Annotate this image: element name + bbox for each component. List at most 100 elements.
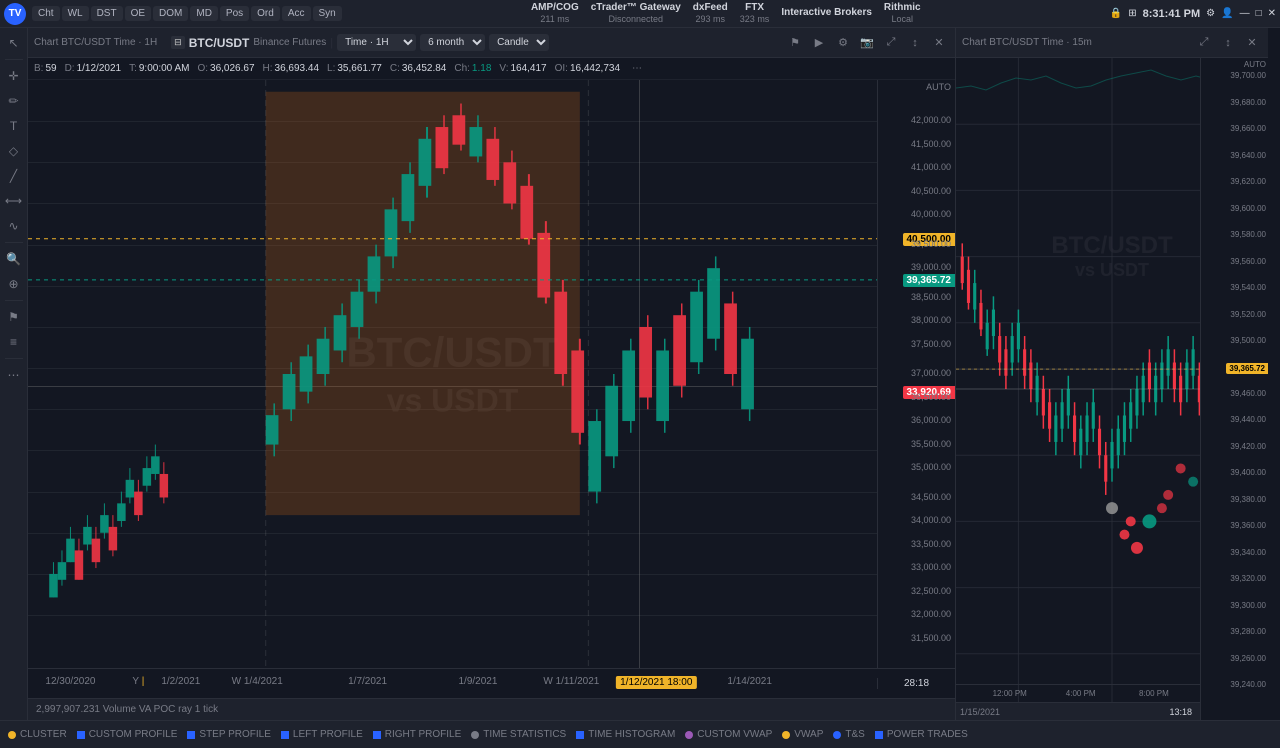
right-chart-fullscreen[interactable]: ⤢ (1194, 33, 1214, 53)
footer-time-hist[interactable]: TIME HISTOGRAM (576, 729, 675, 740)
broker-amp[interactable]: AMP/COG 211 ms (531, 2, 579, 25)
user-icon[interactable]: 👤 (1221, 8, 1233, 19)
rp-24: 39,240.00 (1230, 680, 1266, 689)
tool-cursor[interactable]: ↖ (3, 32, 25, 54)
broker-ib[interactable]: Interactive Brokers (781, 7, 872, 19)
rp-3: 39,660.00 (1230, 124, 1266, 133)
rp-18: 39,360.00 (1230, 521, 1266, 530)
footer-left-profile[interactable]: LEFT PROFILE (281, 729, 363, 740)
tool-sep-3 (5, 300, 23, 301)
timeframe-select[interactable]: Time · 1H Time · 15m Time · 4H Time · 1D (337, 34, 416, 51)
btn-md[interactable]: MD (190, 6, 218, 21)
footer-custom-profile[interactable]: CUSTOM PROFILE (77, 729, 178, 740)
rp-7: 39,580.00 (1230, 230, 1266, 239)
right-chart-area[interactable]: BTC/USDT vs USDT (956, 58, 1268, 720)
bar-num: B: 59 (34, 63, 57, 74)
footer-step-profile[interactable]: STEP PROFILE (187, 729, 271, 740)
tool-line[interactable]: ╱ (3, 165, 25, 187)
price-34000: 34,000.00 (911, 515, 951, 525)
minimize-icon[interactable]: — (1240, 8, 1250, 19)
fullscreen-btn[interactable]: ⤢ (881, 33, 901, 53)
price-34500: 34,500.00 (911, 492, 951, 502)
grid-line-6 (28, 327, 877, 328)
btn-syn[interactable]: Syn (313, 6, 342, 21)
close-chart-btn[interactable]: ✕ (929, 33, 949, 53)
rp-4: 39,640.00 (1230, 151, 1266, 160)
footer-ts[interactable]: T&S (833, 729, 864, 740)
power-trades-sq (875, 731, 883, 739)
chart-symbol[interactable]: BTC/USDT (189, 36, 250, 50)
btn-wl[interactable]: WL (62, 6, 89, 21)
broker-rithmic[interactable]: Rithmic Local (884, 2, 921, 25)
close-icon[interactable]: ✕ (1268, 8, 1276, 19)
period-select[interactable]: 6 month 1 month 3 month 1 year (420, 34, 485, 51)
maximize-icon[interactable]: □ (1256, 8, 1262, 19)
tool-text[interactable]: T (3, 115, 25, 137)
cluster-dot (8, 731, 16, 739)
logo[interactable]: TV (4, 3, 26, 25)
price-33500: 33,500.00 (911, 539, 951, 549)
chart-canvas[interactable]: BTC/USDT vs USDT (28, 80, 877, 668)
chart-exchange: Binance Futures (253, 37, 326, 48)
crosshair-v (639, 80, 640, 668)
tool-measure[interactable]: ⟷ (3, 190, 25, 212)
grid-line-4 (28, 245, 877, 246)
bar-change: Ch: 1.18 (454, 63, 491, 74)
time-axis: 12/30/2020 Y | 1/2/2021 W 1/4/2021 1/7/2… (28, 669, 877, 698)
rp-15: 39,420.00 (1230, 442, 1266, 451)
expand-btn[interactable]: ↕ (905, 33, 925, 53)
tool-draw[interactable]: ✏ (3, 90, 25, 112)
step-profile-sq (187, 731, 195, 739)
replay-btn[interactable]: ▶ (809, 33, 829, 53)
bar-oi: OI: 16,442,734 (555, 63, 620, 74)
tool-alert[interactable]: ⚑ (3, 306, 25, 328)
top-right-controls: 🔒 ⊞ 8:31:41 PM ⚙ 👤 — □ ✕ (1110, 8, 1276, 20)
tool-zoom[interactable]: 🔍 (3, 248, 25, 270)
left-profile-sq (281, 731, 289, 739)
footer-bar: CLUSTER CUSTOM PROFILE STEP PROFILE LEFT… (0, 720, 1280, 748)
btn-cht[interactable]: Cht (32, 6, 60, 21)
alert-btn[interactable]: ⚑ (785, 33, 805, 53)
time-label-12: 1/2/2021 (161, 676, 200, 687)
settings-btn[interactable]: ⚙ (833, 33, 853, 53)
broker-ftx[interactable]: FTX 323 ms (740, 2, 770, 25)
bar-close: C: 36,452.84 (390, 63, 447, 74)
broker-ctrader[interactable]: cTrader™ Gateway Disconnected (591, 2, 681, 25)
btn-dst[interactable]: DST (91, 6, 123, 21)
tool-crosshair[interactable]: ✛ (3, 65, 25, 87)
grid-line-10 (28, 492, 877, 493)
footer-cluster[interactable]: CLUSTER (8, 729, 67, 740)
btn-acc[interactable]: Acc (282, 6, 311, 21)
time-label-1230: 12/30/2020 (45, 676, 95, 687)
footer-power-trades[interactable]: POWER TRADES (875, 729, 968, 740)
tool-shapes[interactable]: ◇ (3, 140, 25, 162)
rp-14: 39,440.00 (1230, 415, 1266, 424)
price-32000: 32,000.00 (911, 609, 951, 619)
tool-more[interactable]: ⋯ (3, 364, 25, 386)
broker-dxfeed[interactable]: dxFeed 293 ms (693, 2, 728, 25)
btn-ord[interactable]: Ord (251, 6, 280, 21)
chart-type-select[interactable]: Candle Bar Line Area (489, 34, 549, 51)
left-chart-container: Chart BTC/USDT Time · 1H ⊟ BTC/USDT Bina… (28, 28, 956, 720)
btn-oe[interactable]: OE (125, 6, 151, 21)
tool-order[interactable]: ≡ (3, 331, 25, 353)
main-area: ↖ ✛ ✏ T ◇ ╱ ⟷ ∿ 🔍 ⊕ ⚑ ≡ ⋯ Chart BTC/USDT… (0, 28, 1280, 720)
rp-19: 39,340.00 (1230, 548, 1266, 557)
btn-dom[interactable]: DOM (153, 6, 188, 21)
footer-vwap[interactable]: VWAP (782, 729, 823, 740)
ts-dot (833, 731, 841, 739)
footer-right-profile[interactable]: RIGHT PROFILE (373, 729, 462, 740)
right-chart-close[interactable]: ✕ (1242, 33, 1262, 53)
chart-header: Chart BTC/USDT Time · 1H ⊟ BTC/USDT Bina… (28, 28, 955, 58)
tool-magnet[interactable]: ⊕ (3, 273, 25, 295)
right-chart-header: Chart BTC/USDT Time · 15m ⤢ ↕ ✕ (956, 28, 1268, 58)
footer-time-stats[interactable]: TIME STATISTICS (471, 729, 566, 740)
tool-fib[interactable]: ∿ (3, 215, 25, 237)
footer-custom-vwap[interactable]: CUSTOM VWAP (685, 729, 772, 740)
grid-line-8 (28, 409, 877, 410)
right-chart-expand[interactable]: ↕ (1218, 33, 1238, 53)
settings-icon[interactable]: ⚙ (1206, 8, 1215, 19)
camera-btn[interactable]: 📷 (857, 33, 877, 53)
btn-pos[interactable]: Pos (220, 6, 249, 21)
grid-line-7 (28, 368, 877, 369)
